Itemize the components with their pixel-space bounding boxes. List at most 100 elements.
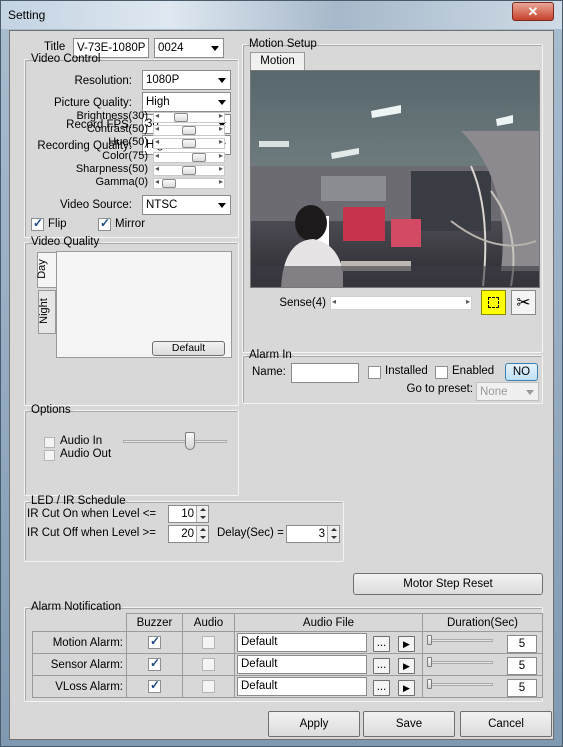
audio-file-cell: Default... ▶ [234, 675, 423, 698]
slider-thumb[interactable] [182, 165, 196, 175]
slider-thumb[interactable] [182, 139, 196, 149]
apply-button[interactable]: Apply [268, 711, 360, 737]
alarm-row-label: VLoss Alarm: [32, 675, 127, 698]
tab-day-label: Day [35, 259, 48, 279]
flip-checkbox[interactable] [31, 216, 44, 231]
browse-button[interactable]: ... [373, 658, 390, 674]
installed-checkbox[interactable] [368, 366, 381, 379]
camera-preview[interactable] [250, 70, 540, 288]
buzzer-checkbox[interactable] [148, 634, 161, 649]
alarm-row-label: Sensor Alarm: [32, 653, 127, 676]
mirror-label: Mirror [115, 218, 146, 230]
duration-field[interactable]: 5 [507, 635, 537, 653]
picture-quality-value: High [146, 96, 170, 108]
browse-button[interactable]: ... [373, 680, 390, 696]
mirror-checkbox[interactable] [98, 216, 111, 231]
clear-region-button[interactable]: ✂ [511, 290, 536, 315]
close-button[interactable]: ✕ [512, 2, 554, 21]
default-button[interactable]: Default [152, 341, 225, 356]
vq-param-slider[interactable]: ◂ ▸ [153, 111, 225, 123]
duration-field[interactable]: 5 [507, 657, 537, 675]
enabled-checkbox[interactable] [435, 366, 448, 379]
setting-window: Setting ✕ Title V-73E-1080P 0024 Video C… [0, 0, 563, 747]
duration-slider[interactable] [431, 683, 493, 686]
spin-up-icon[interactable] [327, 526, 339, 534]
audio-checkbox[interactable] [202, 636, 215, 649]
spin-up-icon[interactable] [196, 506, 208, 514]
browse-button[interactable]: ... [373, 636, 390, 652]
tab-day[interactable]: Day [35, 252, 56, 288]
audio-volume-thumb[interactable] [185, 432, 195, 450]
tab-motion[interactable]: Motion [250, 52, 305, 70]
audio-checkbox[interactable] [202, 658, 215, 671]
alarm-in-name-field[interactable] [291, 363, 359, 383]
duration-value: 5 [518, 682, 526, 694]
arrow-right-icon: ▸ [218, 111, 223, 120]
play-button[interactable]: ▶ [398, 680, 415, 696]
duration-value: 5 [518, 638, 526, 650]
select-region-button[interactable] [481, 290, 506, 315]
options-group: Options [24, 404, 239, 496]
audio-cell [182, 675, 235, 698]
audio-out-checkbox[interactable] [44, 450, 55, 461]
video-control-legend: Video Control [31, 53, 101, 65]
duration-slider[interactable] [431, 639, 493, 642]
play-button[interactable]: ▶ [398, 658, 415, 674]
duration-thumb[interactable] [427, 657, 432, 667]
audio-file-field[interactable]: Default [237, 677, 367, 696]
arrow-left-icon: ◂ [155, 111, 160, 120]
sense-slider[interactable]: ◂ ▸ [330, 296, 472, 310]
duration-field[interactable]: 5 [507, 679, 537, 697]
save-button[interactable]: Save [363, 711, 455, 737]
video-source-select[interactable]: NTSC [142, 195, 231, 215]
spin-down-icon[interactable] [327, 534, 339, 542]
spin-up-icon[interactable] [196, 526, 208, 534]
spin-down-icon[interactable] [196, 534, 208, 542]
tab-night-label: Night [37, 298, 50, 324]
buzzer-checkbox[interactable] [148, 656, 161, 671]
audio-cell [182, 631, 235, 654]
play-icon: ▶ [403, 639, 410, 649]
motor-step-reset-button[interactable]: Motor Step Reset [353, 573, 543, 595]
vq-param-slider[interactable]: ◂ ▸ [153, 151, 225, 163]
cancel-button[interactable]: Cancel [460, 711, 552, 737]
play-button[interactable]: ▶ [398, 636, 415, 652]
duration-thumb[interactable] [427, 679, 432, 689]
duration-thumb[interactable] [427, 635, 432, 645]
goto-preset-select[interactable]: None [476, 382, 539, 401]
header-duration: Duration(Sec) [422, 613, 543, 632]
duration-slider[interactable] [431, 661, 493, 664]
delay-spinner[interactable]: 3 [286, 525, 340, 543]
arrow-left-icon: ◂ [155, 177, 160, 186]
vq-param-slider[interactable]: ◂ ▸ [153, 177, 225, 189]
buzzer-checkbox[interactable] [148, 678, 161, 693]
led-ir-legend: LED / IR Schedule [31, 495, 126, 507]
chevron-down-icon [211, 46, 219, 51]
spin-down-icon[interactable] [196, 514, 208, 522]
slider-thumb[interactable] [174, 113, 188, 122]
audio-checkbox[interactable] [202, 680, 215, 693]
no-button[interactable]: NO [505, 363, 538, 381]
audio-file-cell: Default... ▶ [234, 631, 423, 654]
resolution-label: Resolution: [74, 75, 132, 87]
ir-off-value: 20 [181, 528, 194, 540]
ir-on-spinner[interactable]: 10 [168, 505, 209, 523]
duration-cell: 5 [422, 675, 543, 698]
slider-thumb[interactable] [192, 152, 206, 162]
slider-thumb[interactable] [182, 126, 196, 136]
vq-param-slider[interactable]: ◂ ▸ [153, 163, 225, 176]
motion-setup-legend: Motion Setup [249, 38, 317, 50]
slider-thumb[interactable] [162, 179, 176, 188]
resolution-select[interactable]: 1080P [142, 70, 231, 90]
tab-night[interactable]: Night [38, 290, 56, 334]
arrow-right-icon: ▸ [218, 163, 223, 173]
vq-param-slider[interactable]: ◂ ▸ [153, 124, 225, 137]
ir-off-spinner[interactable]: 20 [168, 525, 209, 543]
audio-file-field[interactable]: Default [237, 633, 367, 652]
alarm-in-name-label: Name: [252, 366, 286, 378]
alarm-table-header: Buzzer Audio Audio File Duration(Sec) [32, 613, 543, 632]
vq-param-slider[interactable]: ◂ ▸ [153, 137, 225, 150]
audio-in-checkbox[interactable] [44, 437, 55, 448]
picture-quality-select[interactable]: High [142, 92, 231, 112]
audio-file-field[interactable]: Default [237, 655, 367, 674]
